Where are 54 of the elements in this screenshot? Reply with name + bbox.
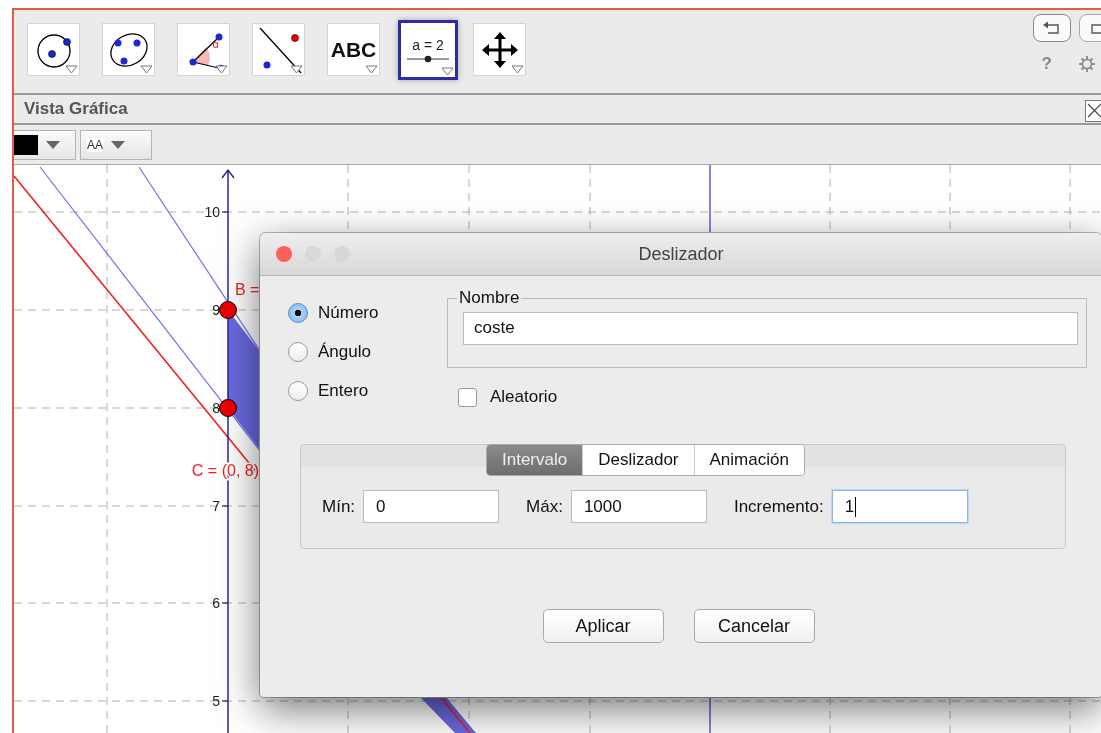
tool-button[interactable]: α xyxy=(177,23,230,76)
axis-tick-label: 10 xyxy=(204,204,220,220)
name-field[interactable]: coste xyxy=(463,312,1078,345)
field-label: Máx: xyxy=(526,496,563,517)
dropdown-triangle-icon xyxy=(441,67,454,76)
dialog-title: Deslizador xyxy=(638,243,724,265)
dropdown-triangle-icon xyxy=(65,65,78,74)
group-label: Nombre xyxy=(458,288,521,308)
input-field[interactable]: 0 xyxy=(363,490,500,523)
dropdown-triangle-icon xyxy=(511,65,524,74)
slider-tool-label: a = 2 xyxy=(412,37,444,53)
dropdown-triangle-icon xyxy=(365,65,378,74)
caret-icon xyxy=(111,140,125,149)
dropdown-triangle-icon xyxy=(290,65,303,74)
field-label: Incremento: xyxy=(733,496,824,517)
radio-option[interactable]: Entero xyxy=(288,378,447,404)
text-style-button[interactable]: AA xyxy=(80,129,152,160)
settings-icon[interactable] xyxy=(1078,55,1096,73)
input-field[interactable]: 1 xyxy=(831,490,968,523)
dropdown-triangle-icon xyxy=(215,65,228,74)
tool-button[interactable]: a = 2 xyxy=(398,20,458,80)
view-title: Vista Gráfica xyxy=(24,99,128,119)
close-icon[interactable] xyxy=(1085,100,1101,122)
move-arrows-icon xyxy=(480,30,519,69)
axis-tick-label: 7 xyxy=(212,498,220,514)
axis-tick-label: 5 xyxy=(212,693,220,709)
dialog-button[interactable]: Aplicar xyxy=(542,609,664,643)
undo-button[interactable] xyxy=(1033,14,1071,42)
color-button[interactable] xyxy=(14,129,76,160)
input-field[interactable]: 1000 xyxy=(570,490,707,523)
dialog-button[interactable]: Cancelar xyxy=(693,609,815,643)
dropdown-triangle-icon xyxy=(140,65,153,74)
tool-button[interactable] xyxy=(473,23,526,76)
tab[interactable]: Animación xyxy=(693,445,804,475)
point[interactable] xyxy=(219,301,237,319)
random-checkbox[interactable]: Aleatorio xyxy=(458,384,1087,410)
axis-tick-label: 6 xyxy=(212,595,220,611)
axis-tick-label: 9 xyxy=(212,302,220,318)
field-label: Mín: xyxy=(322,496,356,517)
radio-option[interactable]: Ángulo xyxy=(288,339,447,365)
tool-button[interactable] xyxy=(102,23,155,76)
tool-button[interactable] xyxy=(27,23,80,76)
undo-icon xyxy=(1042,21,1062,35)
radio-option[interactable]: Número xyxy=(288,300,447,326)
axis-tick-label: 8 xyxy=(212,400,220,416)
slider-icon xyxy=(407,55,449,63)
tab[interactable]: Intervalo xyxy=(487,445,583,475)
tool-button[interactable]: ABC xyxy=(327,23,380,76)
tool-button[interactable] xyxy=(252,23,305,76)
alpha-label: α xyxy=(212,37,219,50)
text-tool-label: ABC xyxy=(330,37,377,62)
caret-icon xyxy=(46,140,60,149)
point[interactable] xyxy=(219,399,237,417)
point-label: B = xyxy=(235,281,260,298)
